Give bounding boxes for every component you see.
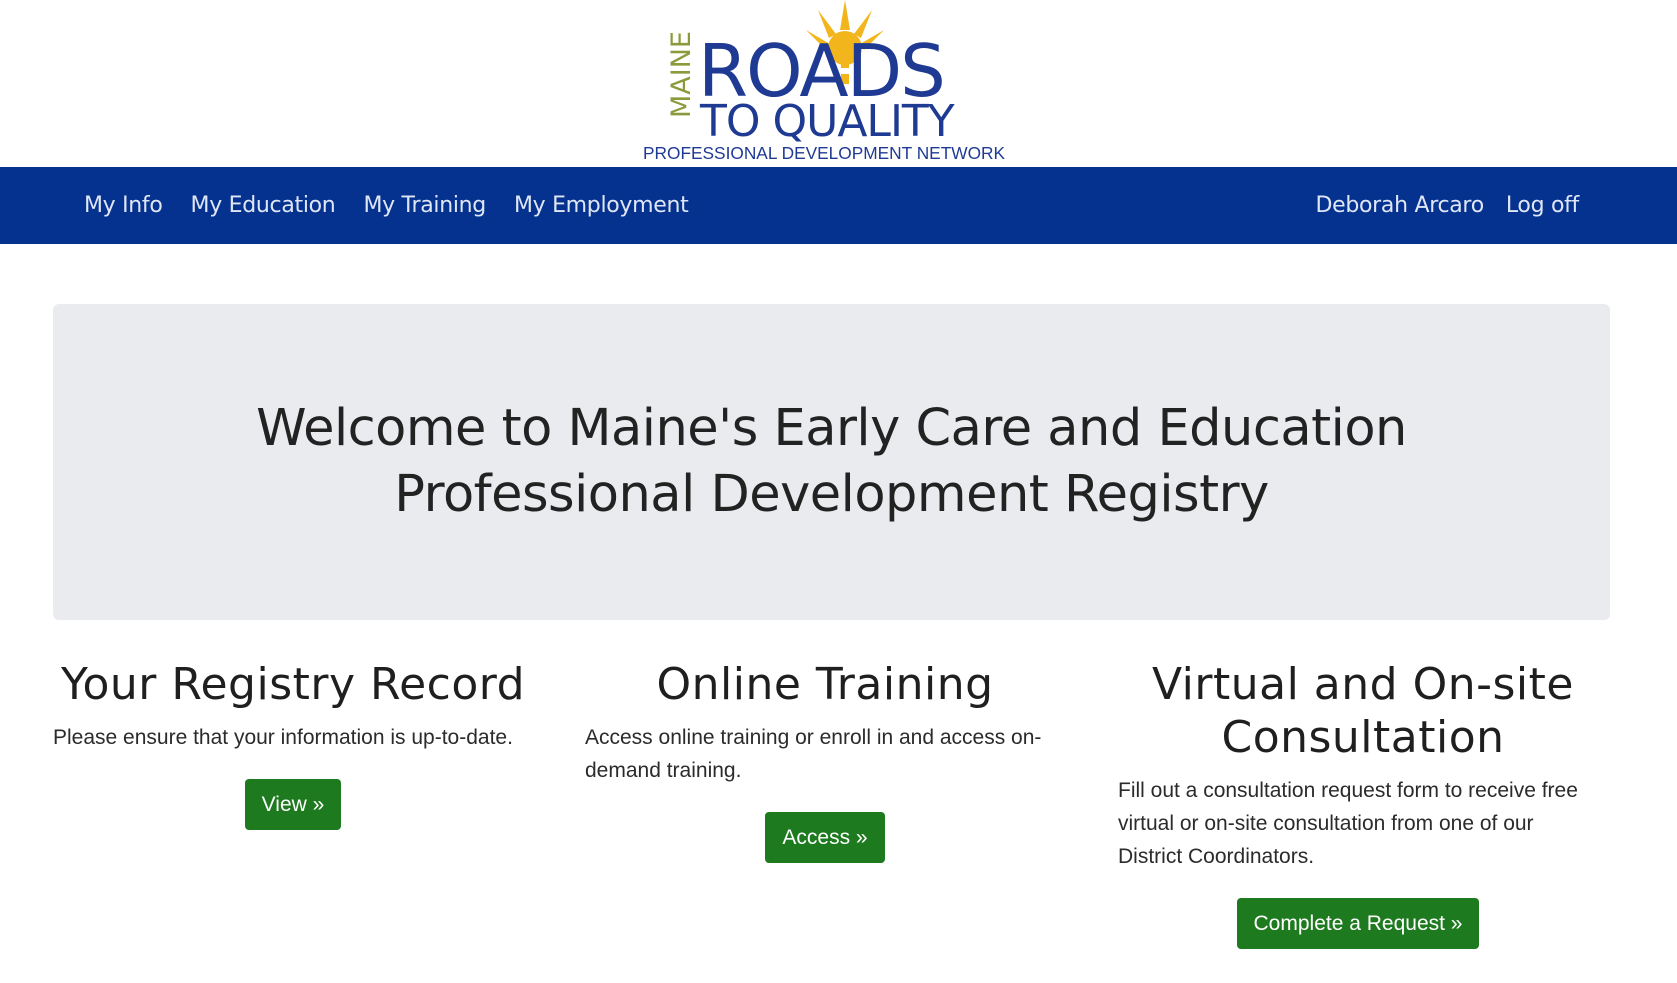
logo-tagline-text: PROFESSIONAL DEVELOPMENT NETWORK (643, 143, 1005, 163)
complete-request-button[interactable]: Complete a Request » (1236, 898, 1480, 949)
logo-to-quality-text: TO QUALITY (699, 96, 955, 147)
view-button[interactable]: View » (244, 779, 342, 830)
online-training-heading: Online Training (656, 659, 994, 710)
registry-record-button-wrap: View » (53, 779, 533, 830)
main-navbar: My Info My Education My Training My Empl… (0, 167, 1677, 244)
online-training-button-wrap: Access » (585, 812, 1065, 863)
online-training-text: Access online training or enroll in and … (585, 726, 1042, 782)
nav-right-group: Deborah Arcaro Log off (1293, 167, 1579, 244)
nav-my-info[interactable]: My Info (84, 193, 163, 218)
nav-log-off[interactable]: Log off (1506, 193, 1579, 218)
nav-user-name[interactable]: Deborah Arcaro (1315, 193, 1484, 218)
nav-my-education[interactable]: My Education (191, 193, 336, 218)
registry-record-heading: Your Registry Record (60, 659, 526, 710)
consultation-text: Fill out a consultation request form to … (1118, 779, 1578, 868)
logo-graphic: MAINE ROADS TO QUALITY PROFESSIONAL DEVE… (643, 0, 1005, 163)
site-header: MAINE ROADS TO QUALITY PROFESSIONAL DEVE… (0, 0, 1677, 167)
access-button[interactable]: Access » (765, 812, 885, 863)
page-title: Welcome to Maine's Early Care and Educat… (256, 399, 1407, 524)
roads-to-quality-logo[interactable]: MAINE ROADS TO QUALITY PROFESSIONAL DEVE… (638, 0, 1022, 167)
nav-my-training[interactable]: My Training (363, 193, 486, 218)
registry-record-text: Please ensure that your information is u… (53, 726, 513, 749)
consultation-section: Virtual and On-site Consultation Fill ou… (1118, 658, 1598, 949)
welcome-jumbotron: Welcome to Maine's Early Care and Educat… (53, 304, 1610, 620)
consultation-button-wrap: Complete a Request » (1118, 898, 1598, 949)
logo-maine-text: MAINE (666, 31, 697, 118)
online-training-section: Online Training Access online training o… (585, 658, 1065, 863)
nav-left-group: My Info My Education My Training My Empl… (84, 167, 717, 244)
consultation-heading: Virtual and On-site Consultation (1152, 659, 1574, 763)
nav-my-employment[interactable]: My Employment (514, 193, 689, 218)
registry-record-section: Your Registry Record Please ensure that … (53, 658, 533, 830)
